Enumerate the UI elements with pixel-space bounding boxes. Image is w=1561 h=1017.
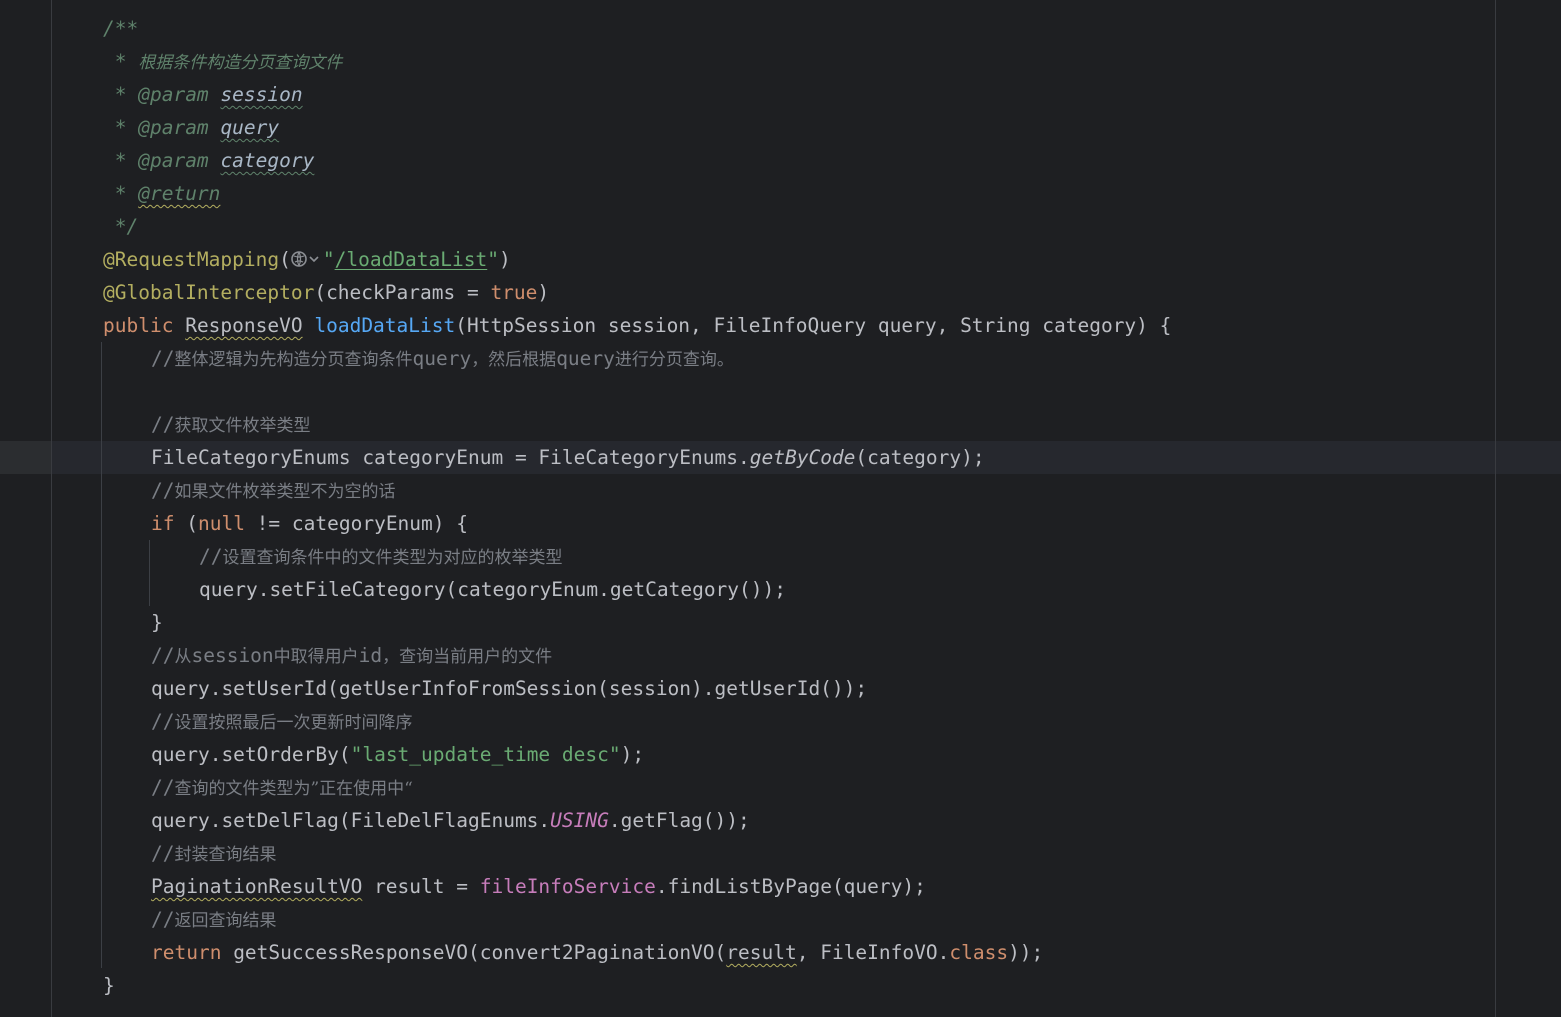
- code-line-comment-order: //设置按照最后一次更新时间降序: [151, 710, 413, 733]
- code-editor[interactable]: /** * 根据条件构造分页查询文件 * @param session * @p…: [0, 0, 1561, 1017]
- code-line-close-method: }: [103, 974, 115, 997]
- code-line-return: return getSuccessResponseVO(convert2Pagi…: [151, 941, 1044, 964]
- code-line-doc-open: /**: [103, 17, 139, 40]
- request-path-link[interactable]: /loadDataList: [335, 248, 488, 271]
- code-line-if: if (null != categoryEnum) {: [151, 512, 468, 535]
- code-line-method-signature: public ResponseVO loadDataList(HttpSessi…: [103, 314, 1172, 337]
- code-line-set-del-flag: query.setDelFlag(FileDelFlagEnums.USING.…: [151, 809, 750, 832]
- code-line-set-user-id: query.setUserId(getUserInfoFromSession(s…: [151, 677, 868, 700]
- code-line-comment-del-flag: //查询的文件类型为”正在使用中“: [151, 776, 413, 799]
- code-line-comment-overall: //整体逻辑为先构造分页查询条件query，然后根据query进行分页查询。: [151, 347, 734, 370]
- code-line-find-list: PaginationResultVO result = fileInfoServ…: [151, 875, 926, 898]
- gutter-divider: [51, 0, 52, 1017]
- code-line-doc-param-query: * @param query: [103, 116, 280, 139]
- code-line-doc-desc: * 根据条件构造分页查询文件: [103, 50, 343, 73]
- code-line-comment-user-id: //从session中取得用户id，查询当前用户的文件: [151, 644, 553, 667]
- code-line-doc-return: * @return: [103, 182, 221, 205]
- code-line-close-if: }: [151, 611, 163, 634]
- right-margin-guide: [1495, 0, 1496, 1017]
- code-line-request-mapping: @RequestMapping("/loadDataList"): [103, 246, 511, 271]
- code-line-comment-set-category: //设置查询条件中的文件类型为对应的枚举类型: [199, 545, 563, 568]
- globe-with-chevron-icon[interactable]: [291, 246, 321, 267]
- code-line-doc-close: */: [103, 215, 139, 238]
- code-line-get-by-code: FileCategoryEnums categoryEnum = FileCat…: [151, 446, 985, 469]
- code-line-comment-if-not-null: //如果文件枚举类型不为空的话: [151, 479, 396, 502]
- indent-guide-method: [101, 342, 102, 968]
- code-line-doc-param-session: * @param session: [103, 83, 303, 106]
- code-line-set-file-category: query.setFileCategory(categoryEnum.getCa…: [199, 578, 786, 601]
- code-line-doc-param-category: * @param category: [103, 149, 315, 172]
- code-line-set-order-by: query.setOrderBy("last_update_time desc"…: [151, 743, 645, 766]
- code-line-comment-return: //返回查询结果: [151, 908, 277, 931]
- code-line-global-interceptor: @GlobalInterceptor(checkParams = true): [103, 281, 550, 304]
- code-line-comment-get-enum: //获取文件枚举类型: [151, 413, 311, 436]
- indent-guide-if: [149, 540, 150, 606]
- code-line-comment-wrap-result: //封装查询结果: [151, 842, 277, 865]
